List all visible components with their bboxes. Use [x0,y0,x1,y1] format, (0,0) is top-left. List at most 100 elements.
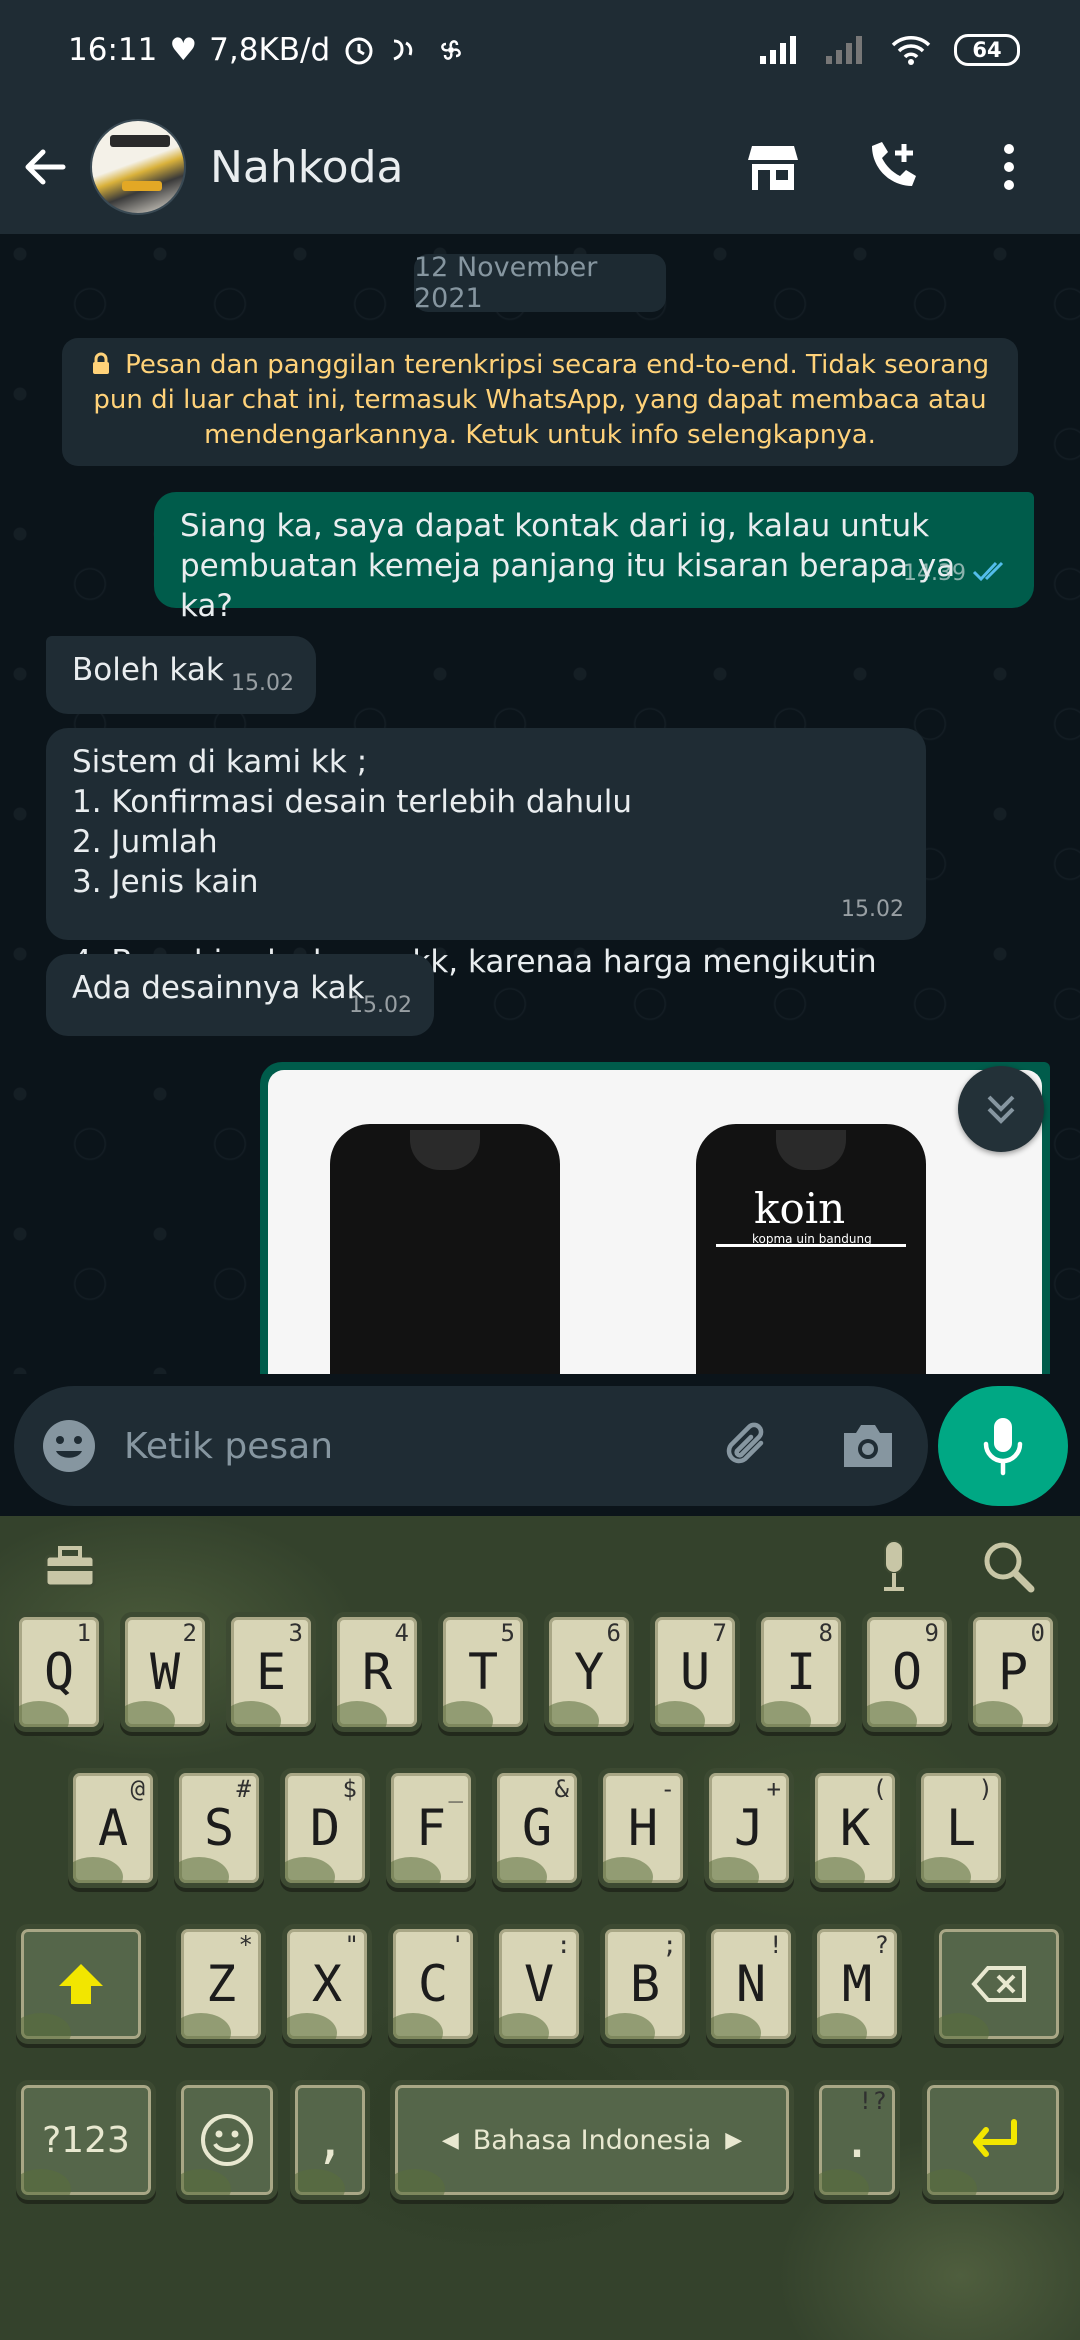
keyboard-toolbar [0,1516,1080,1612]
catalog-button[interactable] [714,100,832,234]
composer-area [0,1374,1080,1516]
message-input[interactable] [124,1425,688,1467]
back-button[interactable] [0,100,90,234]
key-k[interactable]: K( [810,1768,900,1888]
key-q[interactable]: Q1 [14,1612,104,1732]
jacket-stripe [716,1244,906,1247]
signal-icon [760,36,796,64]
key-label: Q [43,1643,75,1701]
period-hint: !? [858,2087,887,2115]
space-language-label: Bahasa Indonesia [472,2124,712,2156]
key-v[interactable]: V: [494,1924,584,2044]
message-bubble-incoming[interactable]: Sistem di kami kk ; 1. Konfirmasi desain… [46,728,926,1020]
message-bubble-outgoing[interactable]: Siang ka, saya dapat kontak dari ig, kal… [154,492,1034,624]
battery-icon: 64 [954,34,1020,66]
encryption-notice[interactable]: Pesan dan panggilan terenkripsi secara e… [62,338,1018,466]
battery-level: 64 [972,38,1002,62]
shift-key[interactable] [16,1924,146,2044]
scroll-to-bottom-button[interactable] [958,1066,1044,1152]
attach-button[interactable] [688,1419,808,1473]
toolbox-button[interactable] [40,1536,100,1596]
key-label: N [735,1955,767,2013]
avatar[interactable] [90,119,186,215]
key-hint: 6 [606,1619,621,1647]
camera-icon [844,1425,892,1467]
key-t[interactable]: T5 [438,1612,528,1732]
jacket-photo[interactable]: koin kopma uin bandung [268,1070,1042,1374]
brand-logo-text: koin [754,1184,846,1233]
voice-message-button[interactable] [938,1386,1068,1506]
key-hint: ) [978,1775,993,1803]
message-bubble-incoming[interactable]: Ada desainnya kak 15.02 [46,954,434,1036]
key-d[interactable]: D $ [280,1768,370,1888]
key-label: Z [205,1955,237,2013]
key-hint: 2 [182,1619,197,1647]
voice-input-button[interactable] [864,1536,924,1596]
key-o[interactable]: O9 [862,1612,952,1732]
emoji-icon [43,1420,95,1472]
key-i[interactable]: I8 [756,1612,846,1732]
image-message[interactable]: koin kopma uin bandung [260,1062,1050,1374]
chevron-left-icon: ◀ [441,2127,459,2153]
call-button[interactable] [832,100,950,234]
enter-arrow-icon [973,2119,1017,2157]
lock-icon [92,352,109,374]
emoji-button[interactable] [14,1418,124,1474]
key-hint: $ [342,1775,357,1803]
key-l[interactable]: L) [916,1768,1006,1888]
contact-name[interactable]: Nahkoda [210,142,404,193]
key-label: M [841,1955,873,2013]
key-c[interactable]: C ' [388,1924,478,2044]
key-x[interactable]: X " [282,1924,372,2044]
key-e[interactable]: E3 [226,1612,316,1732]
key-r[interactable]: R4 [332,1612,422,1732]
add-call-icon [872,142,916,186]
key-hint: 5 [500,1619,515,1647]
message-time: 15.02 [231,671,294,696]
more-vert-icon [1004,144,1014,190]
key-z[interactable]: Z * [176,1924,266,2044]
key-p[interactable]: P0 [968,1612,1058,1732]
period-key[interactable]: . !? [814,2080,900,2200]
key-f[interactable]: F _ [386,1768,476,1888]
heart-icon: ♥ [169,32,198,68]
jacket-back-image [330,1124,560,1374]
jacket-collar [410,1130,480,1170]
key-hint: # [236,1775,251,1803]
search-button[interactable] [978,1536,1038,1596]
key-y[interactable]: Y6 [544,1612,634,1732]
symbols-key[interactable]: ?123 [16,2080,156,2200]
app-icon [393,39,413,61]
key-s[interactable]: S # [174,1768,264,1888]
key-hint: ! [768,1931,783,1959]
backspace-key[interactable] [934,1924,1064,2044]
key-m[interactable]: M? [812,1924,902,2044]
camera-button[interactable] [808,1421,928,1471]
key-w[interactable]: W2 [120,1612,210,1732]
key-hint: " [344,1931,359,1959]
message-text: Siang ka, saya dapat kontak dari ig, kal… [180,508,956,624]
shift-arrow-icon [59,1964,103,2004]
key-label: E [255,1643,287,1701]
key-a[interactable]: A @ [68,1768,158,1888]
key-j[interactable]: J + [704,1768,794,1888]
wifi-icon [891,36,931,65]
key-hint: 3 [288,1619,303,1647]
key-g[interactable]: G & [492,1768,582,1888]
chat-area[interactable]: 12 November 2021 Pesan dan panggilan ter… [0,234,1080,1374]
message-time: 15.02 [841,897,904,922]
key-hint: 9 [924,1619,939,1647]
emoji-key[interactable] [176,2080,278,2200]
key-u[interactable]: U7 [650,1612,740,1732]
more-button[interactable] [950,100,1068,234]
enter-key[interactable] [922,2080,1064,2200]
key-label: V [523,1955,555,2013]
key-n[interactable]: N! [706,1924,796,2044]
key-h[interactable]: H- [598,1768,688,1888]
space-key[interactable]: ◀ Bahasa Indonesia ▶ [390,2080,794,2200]
status-bar: 16:11 ♥ 7,8KB/d 64 [0,0,1080,100]
key-b[interactable]: B; [600,1924,690,2044]
comma-key[interactable]: , [290,2080,370,2200]
key-hint: 8 [818,1619,833,1647]
message-bubble-incoming[interactable]: Boleh kak 15.02 [46,636,316,714]
